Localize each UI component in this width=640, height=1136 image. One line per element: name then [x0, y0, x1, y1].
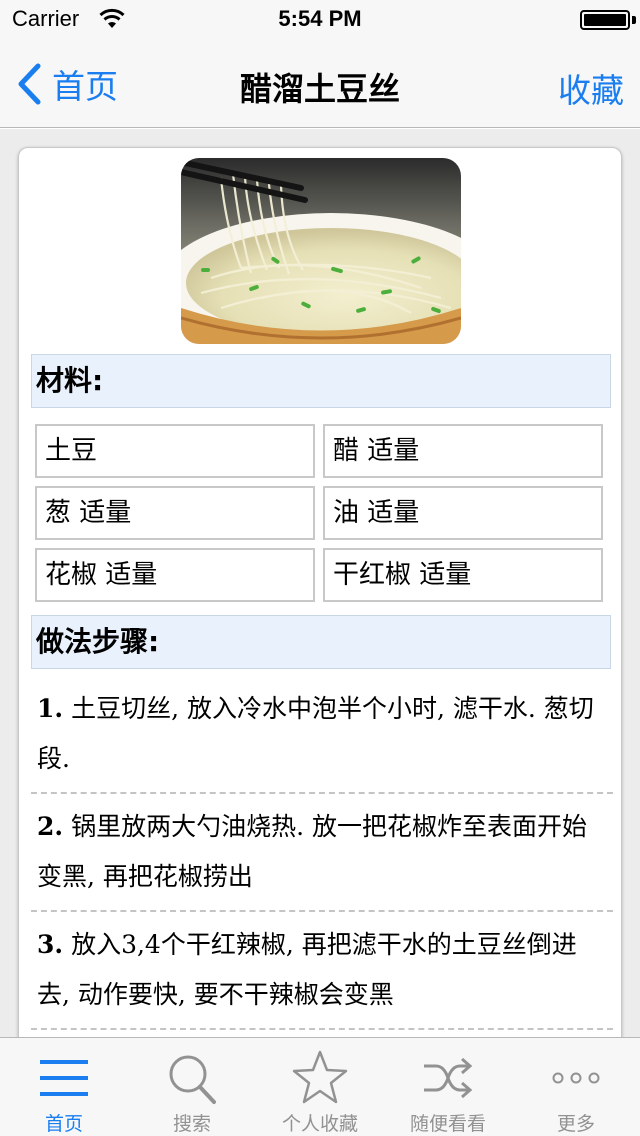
- tab-search[interactable]: 搜索: [128, 1038, 256, 1136]
- tab-label: 搜索: [172, 1113, 211, 1135]
- step-divider: [31, 792, 613, 794]
- more-icon: [552, 1072, 600, 1084]
- dish-photo: [181, 158, 461, 344]
- shuffle-icon: [424, 1057, 473, 1099]
- tab-label: 首页: [44, 1113, 83, 1135]
- tab-more[interactable]: 更多: [512, 1038, 640, 1136]
- step-item: 2. 锅里放两大勺油烧热. 放一把花椒炸至表面开始变黑, 再把花椒捞出: [35, 802, 609, 902]
- ingredient-item: 油 适量: [323, 486, 603, 540]
- tab-favorites[interactable]: 个人收藏: [256, 1038, 384, 1136]
- ingredient-item: 葱 适量: [35, 486, 315, 540]
- status-bar: Carrier 5:54 PM: [0, 0, 640, 40]
- steps-header: 做法步骤:: [31, 615, 611, 669]
- ingredient-item: 土豆: [35, 424, 315, 478]
- status-time: 5:54 PM: [278, 6, 362, 31]
- step-number: 1.: [37, 694, 64, 723]
- star-icon: [292, 1050, 348, 1104]
- tab-label: 个人收藏: [281, 1113, 358, 1135]
- navigation-bar: 首页 醋溜土豆丝 收藏: [0, 40, 640, 128]
- battery-tip: [632, 16, 636, 24]
- tab-bar: 首页 搜索 个人收藏 随便看看 更多: [0, 1037, 640, 1136]
- ingredient-item: 干红椒 适量: [323, 548, 603, 602]
- menu-icon: [40, 1060, 88, 1096]
- step-item: 1. 土豆切丝, 放入冷水中泡半个小时, 滤干水. 葱切段.: [35, 684, 609, 784]
- ingredient-item: 醋 适量: [323, 424, 603, 478]
- step-divider: [31, 1028, 613, 1030]
- search-icon: [169, 1055, 216, 1104]
- step-number: 2.: [37, 812, 64, 841]
- tab-label: 随便看看: [409, 1113, 486, 1135]
- page-title: 醋溜土豆丝: [239, 70, 400, 108]
- recipe-content[interactable]: 材料: 土豆 醋 适量 葱 适量 油 适量 花椒 适量 干红椒 适量 做法步骤:…: [0, 129, 640, 1037]
- tab-home[interactable]: 首页: [0, 1038, 128, 1136]
- step-item: 3. 放入3,4个干红辣椒, 再把滤干水的土豆丝倒进去, 动作要快, 要不干辣椒…: [35, 920, 609, 1020]
- step-text: 锅里放两大勺油烧热. 放一把花椒炸至表面开始变黑, 再把花椒捞出: [37, 812, 587, 891]
- battery-icon: [580, 10, 630, 30]
- step-divider: [31, 910, 613, 912]
- tab-label: 更多: [556, 1113, 595, 1135]
- step-text: 土豆切丝, 放入冷水中泡半个小时, 滤干水. 葱切段.: [37, 694, 594, 773]
- ingredient-item: 花椒 适量: [35, 548, 315, 602]
- tab-random[interactable]: 随便看看: [384, 1038, 512, 1136]
- step-text: 放入3,4个干红辣椒, 再把滤干水的土豆丝倒进去, 动作要快, 要不干辣椒会变黑: [37, 930, 577, 1009]
- ingredients-header: 材料:: [31, 354, 611, 408]
- favorite-button[interactable]: 收藏: [558, 64, 624, 112]
- step-number: 3.: [37, 930, 64, 959]
- recipe-card: 材料: 土豆 醋 适量 葱 适量 油 适量 花椒 适量 干红椒 适量 做法步骤:…: [18, 147, 622, 1037]
